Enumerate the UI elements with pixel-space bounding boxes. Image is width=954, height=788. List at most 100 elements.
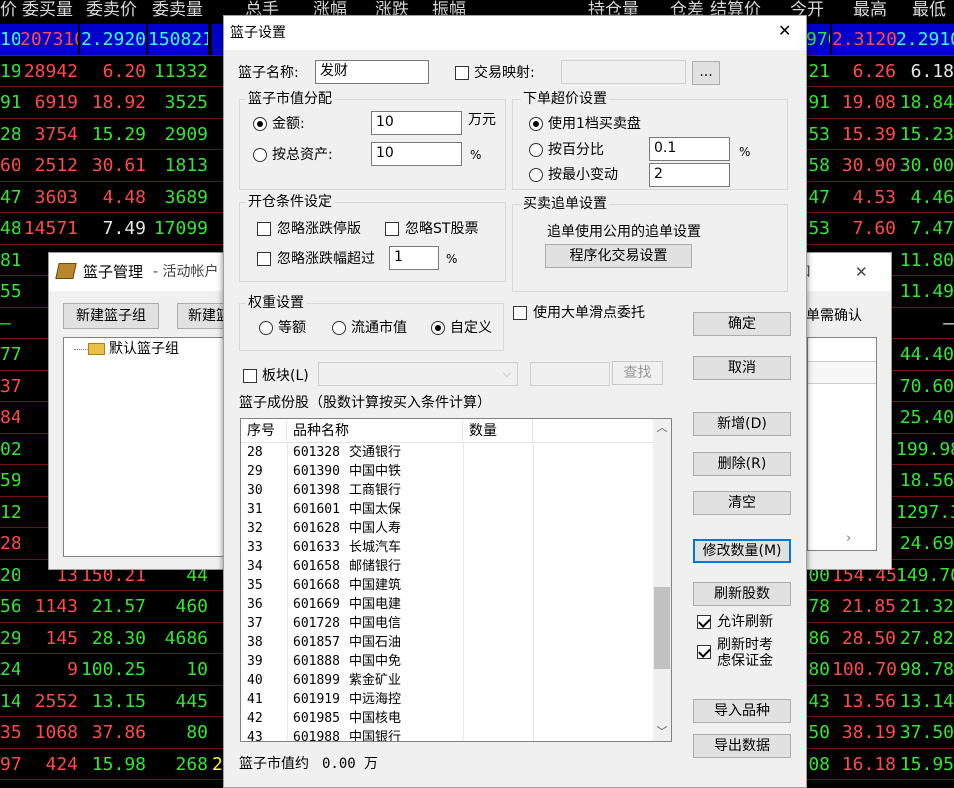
quote-header-cell[interactable]: 最低 (912, 0, 954, 24)
quote-cell: 28942 (23, 60, 78, 82)
allow-refresh-checkbox[interactable] (697, 615, 711, 629)
by-percent-radio[interactable] (529, 143, 543, 157)
list-item[interactable]: 31 601601 中国太保 (241, 500, 654, 519)
weight-equal-radio[interactable] (259, 321, 273, 335)
quote-header-cell[interactable]: 委买量 (22, 0, 86, 24)
quote-header-cell[interactable]: 价 (0, 0, 20, 24)
scroll-up-icon[interactable]: ︿ (653, 419, 671, 437)
dialog-close-icon[interactable]: ✕ (778, 22, 791, 40)
dialog-title: 篮子设置 (230, 25, 286, 41)
ok-button[interactable]: 确定 (693, 312, 791, 336)
refresh-shares-button[interactable]: 刷新股数 (693, 582, 791, 606)
row-name: 工商银行 (349, 483, 402, 498)
min-tick-radio[interactable] (529, 168, 543, 182)
list-item[interactable]: 42 601985 中国核电 (241, 709, 654, 728)
quote-cell: 48 (0, 218, 20, 239)
sector-checkbox[interactable] (243, 369, 257, 383)
quote-cell: 2909 (164, 123, 208, 145)
list-header: 序号 品种名称 数量 (241, 419, 654, 443)
quote-cell: 4686 (164, 627, 208, 649)
export-button[interactable]: 导出数据 (693, 734, 791, 758)
quote-cell: 2.3120 (832, 24, 896, 55)
row-code: 601668 (293, 578, 340, 593)
default-group-item[interactable]: 默认篮子组 (109, 340, 179, 358)
quote-cell: 1297.3 (896, 501, 954, 523)
list-item[interactable]: 33 601633 长城汽车 (241, 538, 654, 557)
quote-cell: 14 (0, 690, 20, 712)
group-tree[interactable]: 默认篮子组 (63, 337, 233, 557)
new-group-button[interactable]: 新建篮子组 (63, 303, 159, 329)
cancel-button[interactable]: 取消 (693, 356, 791, 380)
list-item[interactable]: 29 601390 中国中铁 (241, 462, 654, 481)
program-trade-settings-button[interactable]: 程序化交易设置 (545, 244, 692, 268)
search-input[interactable] (530, 362, 610, 386)
quote-header-cell[interactable]: 最高 (853, 0, 897, 24)
trade-map-label: 交易映射: (474, 65, 535, 81)
quote-cell: 18.92 (91, 92, 146, 113)
trade-map-input[interactable] (561, 60, 686, 84)
list-item[interactable]: 28 601328 交通银行 (241, 443, 654, 462)
hscroll-right-icon: › (846, 531, 852, 546)
row-name: 中国中铁 (349, 464, 402, 479)
by-percent-input[interactable]: 0.1 (649, 137, 730, 161)
weight-custom-label: 自定义 (450, 320, 492, 336)
column-index[interactable]: 序号 (241, 419, 287, 443)
ignore-range-checkbox[interactable] (257, 252, 271, 266)
component-stock-list[interactable]: 序号 品种名称 数量 28 601328 交通银行 29 601390 中国中铁 30 601… (240, 418, 672, 742)
total-asset-input[interactable]: 10 (371, 142, 462, 166)
total-asset-radio[interactable] (253, 148, 267, 162)
list-item[interactable]: 35 601668 中国建筑 (241, 576, 654, 595)
quote-cell: 207310 (20, 24, 78, 55)
weight-custom-radio[interactable] (431, 321, 445, 335)
trade-map-browse-button[interactable]: ... (692, 61, 720, 85)
ignore-limit-checkbox[interactable] (257, 222, 271, 236)
amount-label: 金额: (272, 116, 305, 132)
big-order-checkbox[interactable] (513, 306, 527, 320)
list-item[interactable]: 41 601919 中远海控 (241, 690, 654, 709)
list-vertical-scrollbar[interactable]: ︿ ﹀ (653, 419, 671, 741)
use-level1-radio[interactable] (529, 117, 543, 131)
list-item[interactable]: 36 601669 中国电建 (241, 595, 654, 614)
quote-header-cell[interactable]: 委卖量 (152, 0, 220, 24)
quote-cell: 60 (0, 155, 20, 176)
ignore-range-input[interactable]: 1 (389, 246, 439, 270)
delete-button[interactable]: 删除(R) (693, 452, 791, 476)
refresh-margin-checkbox[interactable] (697, 645, 711, 659)
amount-input[interactable]: 10 (371, 111, 462, 135)
scroll-down-icon[interactable]: ﹀ (653, 723, 671, 741)
search-button[interactable]: 查找 (612, 361, 663, 385)
quote-cell: 3689 (164, 186, 208, 208)
chase-order-title: 买卖追单设置 (521, 196, 609, 212)
weight-float-cap-radio[interactable] (332, 321, 346, 335)
scrollbar-thumb[interactable] (654, 587, 670, 669)
list-item[interactable]: 37 601728 中国电信 (241, 614, 654, 633)
clear-button[interactable]: 清空 (693, 491, 791, 515)
import-button[interactable]: 导入品种 (693, 699, 791, 723)
trade-map-checkbox[interactable] (455, 66, 469, 80)
min-tick-input[interactable]: 2 (649, 163, 730, 187)
list-item[interactable]: 38 601857 中国石油 (241, 633, 654, 652)
list-item[interactable]: 32 601628 中国人寿 (241, 519, 654, 538)
quote-cell: 30.00 (899, 155, 954, 176)
add-button[interactable]: 新增(D) (693, 412, 791, 436)
basket-name-input[interactable]: 发财 (315, 60, 429, 84)
list-item[interactable]: 34 601658 邮储银行 (241, 557, 654, 576)
list-item[interactable]: 39 601888 中国中免 (241, 652, 654, 671)
modify-quantity-button[interactable]: 修改数量(M) (693, 539, 791, 563)
list-item[interactable]: 30 601398 工商银行 (241, 481, 654, 500)
manager-close-icon[interactable]: ✕ (855, 263, 868, 281)
quote-cell: 100.25 (80, 659, 146, 680)
quote-cell: 53 (808, 123, 830, 145)
quote-header-cell[interactable]: 委卖价 (86, 0, 150, 24)
footer-unit: 万 (364, 756, 378, 772)
quote-cell: 15.23 (899, 123, 954, 145)
ignore-st-checkbox[interactable] (385, 222, 399, 236)
list-item[interactable]: 40 601899 紫金矿业 (241, 671, 654, 690)
list-item[interactable]: 43 601988 中国银行 (241, 728, 654, 741)
column-quantity[interactable]: 数量 (463, 419, 533, 443)
quote-cell: 35 (0, 722, 20, 743)
sector-select[interactable]: ⌵ (318, 362, 518, 386)
amount-radio[interactable] (253, 117, 267, 131)
folder-icon (88, 343, 105, 355)
column-name[interactable]: 品种名称 (287, 419, 463, 443)
